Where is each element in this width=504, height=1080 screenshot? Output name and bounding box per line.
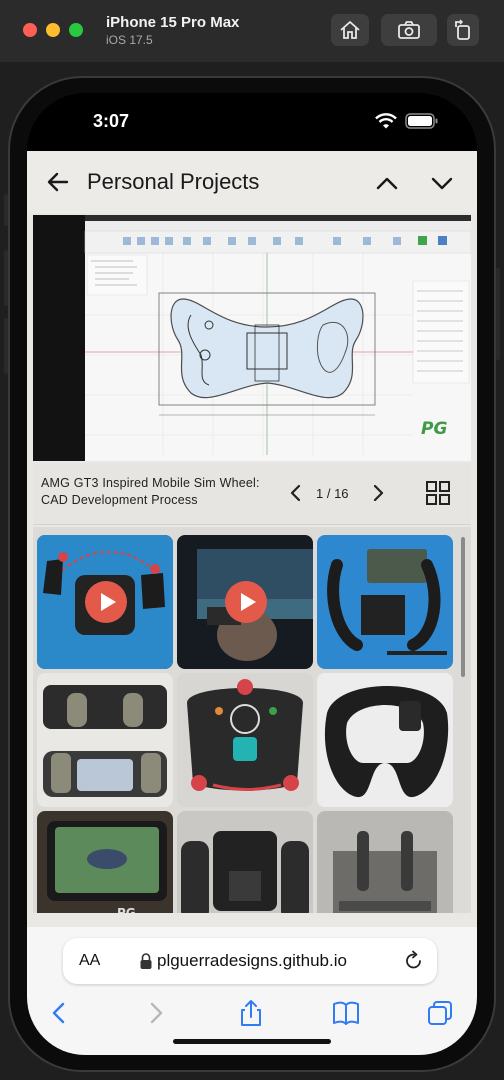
screenshot-button[interactable] <box>381 14 437 46</box>
reload-icon[interactable] <box>403 950 425 972</box>
thumbnail-photo-3[interactable] <box>317 535 453 669</box>
close-window-button[interactable] <box>23 23 37 37</box>
bookmarks-icon[interactable] <box>331 999 361 1027</box>
thumbnail-grid: PG <box>33 527 471 913</box>
wifi-icon <box>375 113 397 129</box>
thumbnail-photo-8[interactable] <box>177 811 313 913</box>
forward-icon[interactable] <box>140 999 170 1027</box>
main-project-image[interactable]: PG <box>33 215 471 461</box>
thumbnail-photo-4[interactable] <box>37 673 173 807</box>
side-button <box>496 268 500 360</box>
lightbox-header: Personal Projects <box>27 151 477 213</box>
play-icon <box>225 581 267 623</box>
cad-screenshot: PG <box>33 215 471 461</box>
lightbox-title: Personal Projects <box>87 169 260 194</box>
rotate-button[interactable] <box>447 14 479 46</box>
simulator-toolbar: iPhone 15 Pro Max iOS 17.5 <box>0 0 504 62</box>
screenshot-icon <box>398 21 420 39</box>
next-image-button[interactable] <box>367 481 389 505</box>
thumbnail-image <box>37 673 173 807</box>
phone-screen: 3:07 Personal Projects PG AMG GT3 Inspir… <box>27 93 477 1055</box>
lock-icon <box>140 953 152 969</box>
svg-text:PG: PG <box>117 906 136 913</box>
image-counter: 1 / 16 <box>316 486 349 501</box>
device-name: iPhone 15 Pro Max <box>106 14 240 31</box>
chevron-down-icon[interactable] <box>428 169 456 197</box>
volume-down-button <box>4 318 8 374</box>
back-icon[interactable] <box>45 999 75 1027</box>
share-icon[interactable] <box>236 999 266 1027</box>
web-content: Personal Projects PG AMG GT3 Inspired Mo… <box>27 151 477 927</box>
thumbnail-image <box>317 535 453 669</box>
safari-bottom-bar: AA plguerradesigns.github.io <box>27 927 477 1055</box>
thumbnail-photo-7[interactable]: PG <box>37 811 173 913</box>
address-bar[interactable]: AA plguerradesigns.github.io <box>63 938 437 984</box>
os-version: iOS 17.5 <box>106 33 153 47</box>
zoom-window-button[interactable] <box>69 23 83 37</box>
grid-view-icon[interactable] <box>425 480 451 506</box>
action-button <box>4 194 8 226</box>
previous-image-button[interactable] <box>285 481 307 505</box>
status-time: 3:07 <box>93 111 130 131</box>
caption-bar: AMG GT3 Inspired Mobile Sim Wheel: CAD D… <box>33 463 471 525</box>
thumbnail-scrollbar[interactable] <box>461 537 465 677</box>
home-button[interactable] <box>331 14 369 46</box>
thumbnail-photo-5[interactable] <box>177 673 313 807</box>
thumbnail-image <box>177 811 313 913</box>
home-indicator <box>173 1039 331 1044</box>
home-icon <box>340 21 360 39</box>
thumbnail-video-2[interactable] <box>177 535 313 669</box>
pg-watermark: PG <box>421 419 447 439</box>
play-icon <box>85 581 127 623</box>
chevron-up-icon[interactable] <box>373 169 401 197</box>
back-arrow-icon[interactable] <box>43 167 73 197</box>
battery-icon <box>405 113 438 129</box>
thumbnail-image <box>317 811 453 913</box>
minimize-window-button[interactable] <box>46 23 60 37</box>
thumbnail-video-1[interactable] <box>37 535 173 669</box>
tabs-icon[interactable] <box>425 999 455 1027</box>
thumbnail-image <box>177 673 313 807</box>
rotate-icon <box>455 19 470 40</box>
thumbnail-image: PG <box>37 811 173 913</box>
thumbnail-photo-9[interactable] <box>317 811 453 913</box>
dynamic-island <box>189 105 315 141</box>
image-caption: AMG GT3 Inspired Mobile Sim Wheel: CAD D… <box>41 476 260 507</box>
thumbnail-photo-6[interactable] <box>317 673 453 807</box>
url-text: plguerradesigns.github.io <box>157 951 347 970</box>
thumbnail-image <box>317 673 453 807</box>
text-size-button[interactable]: AA <box>79 952 100 970</box>
volume-up-button <box>4 250 8 306</box>
